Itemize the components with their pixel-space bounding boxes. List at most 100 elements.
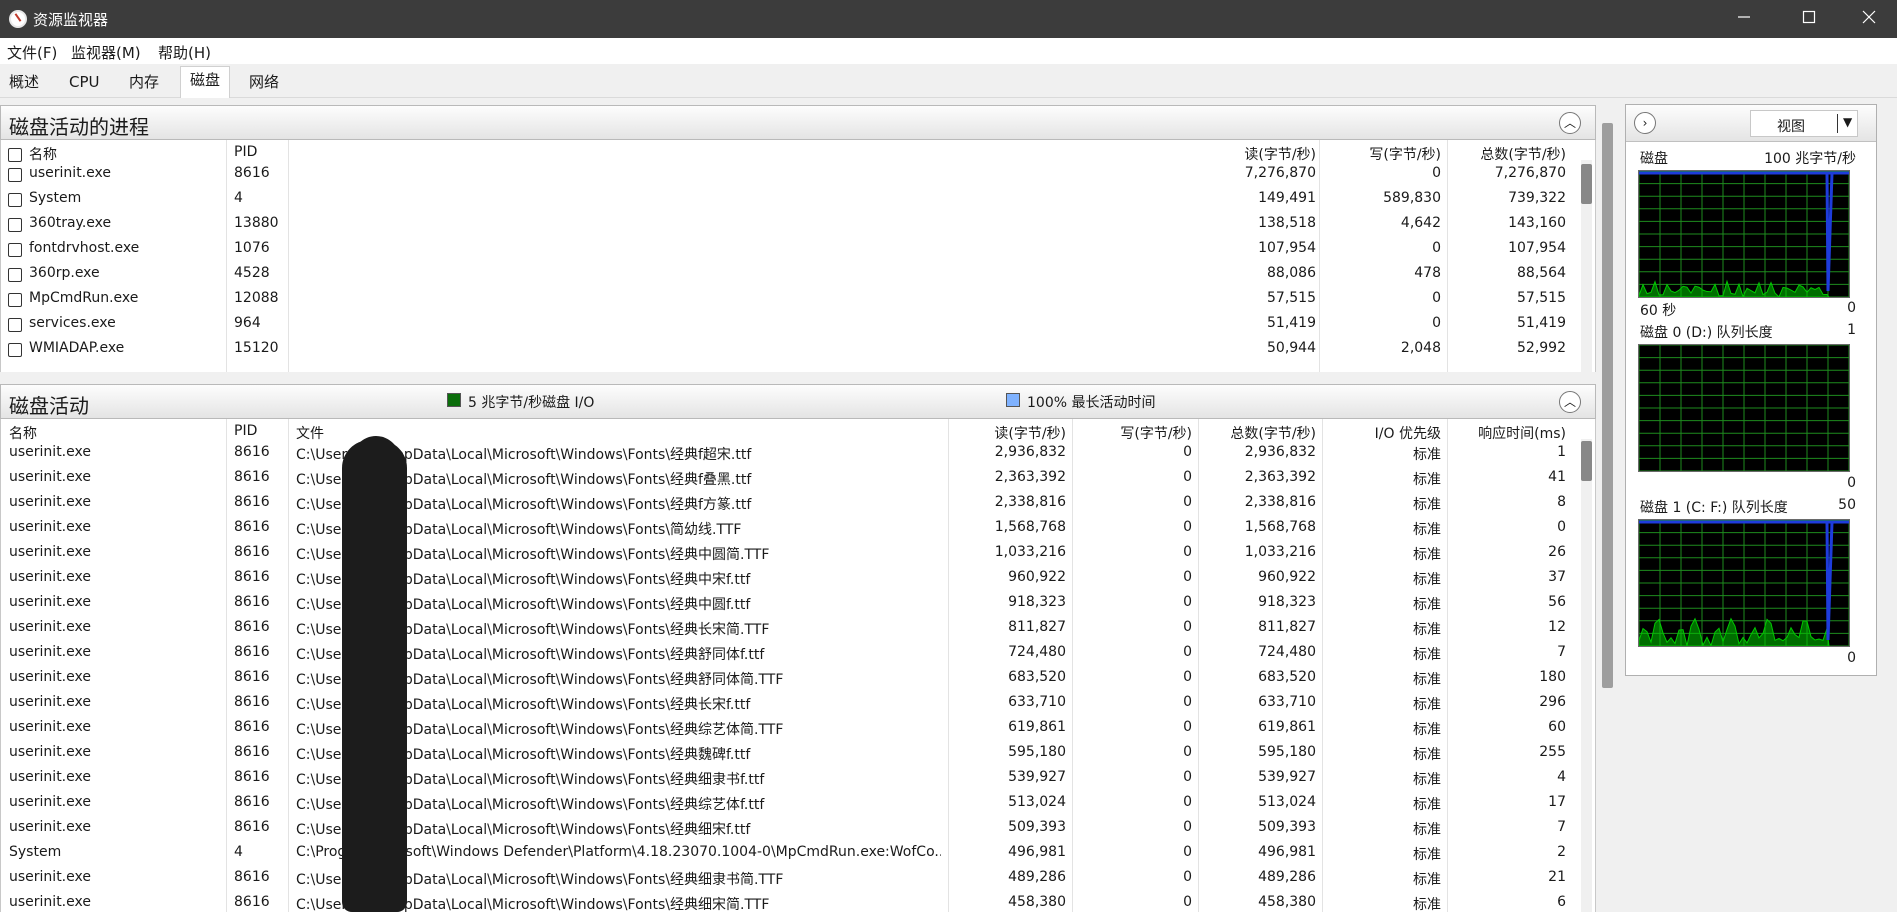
- disk-row-name[interactable]: userinit.exe: [9, 494, 91, 510]
- col-total[interactable]: 总数(字节/秒): [1451, 144, 1566, 164]
- disk-row-name[interactable]: userinit.exe: [9, 769, 91, 785]
- disk-row-name[interactable]: userinit.exe: [9, 869, 91, 885]
- process-checkbox[interactable]: [8, 268, 22, 282]
- tab-disk[interactable]: 磁盘: [180, 66, 231, 98]
- process-name[interactable]: MpCmdRun.exe: [29, 290, 138, 306]
- disk-row-write: 0: [1183, 844, 1192, 860]
- disk-row-read: 2,936,832: [994, 444, 1066, 460]
- process-name[interactable]: 360tray.exe: [29, 215, 111, 231]
- col-read[interactable]: 读(字节/秒): [951, 423, 1066, 443]
- graph-disk-timespan: 60 秒: [1640, 303, 1677, 319]
- graph-panel-scrollbar[interactable]: [1880, 104, 1897, 912]
- disk-row-name[interactable]: userinit.exe: [9, 569, 91, 585]
- process-checkbox[interactable]: [8, 243, 22, 257]
- disk-row-response: 255: [1539, 744, 1566, 760]
- disk-row-response: 0: [1557, 519, 1566, 535]
- disk-scroll-thumb[interactable]: [1581, 441, 1592, 481]
- disk-row-name[interactable]: userinit.exe: [9, 469, 91, 485]
- process-read: 7,276,870: [1244, 165, 1316, 181]
- process-write: 0: [1432, 290, 1441, 306]
- dropdown-arrow-icon[interactable]: ▼: [1843, 115, 1852, 129]
- process-pid: 8616: [234, 165, 270, 181]
- col-write[interactable]: 写(字节/秒): [1323, 144, 1441, 164]
- maximize-button[interactable]: [1780, 0, 1838, 38]
- collapse-up-icon[interactable]: ︿: [1559, 112, 1581, 134]
- disk-row-write: 0: [1183, 869, 1192, 885]
- disk-row-name[interactable]: System: [9, 844, 61, 860]
- chevron-right-icon[interactable]: ›: [1634, 112, 1656, 134]
- processes-scroll-thumb[interactable]: [1581, 164, 1592, 204]
- view-button[interactable]: 视图 ▼: [1750, 110, 1858, 137]
- tab-cpu[interactable]: CPU: [60, 69, 109, 98]
- disk-row-response: 26: [1548, 544, 1566, 560]
- process-checkbox[interactable]: [8, 343, 22, 357]
- process-write: 0: [1432, 240, 1441, 256]
- disk-row-name[interactable]: userinit.exe: [9, 519, 91, 535]
- col-name[interactable]: 名称: [9, 423, 37, 443]
- process-name[interactable]: userinit.exe: [29, 165, 111, 181]
- disk-row-response: 7: [1557, 644, 1566, 660]
- minimize-button[interactable]: [1715, 0, 1773, 38]
- disk-row-name[interactable]: userinit.exe: [9, 819, 91, 835]
- disk-row-name[interactable]: userinit.exe: [9, 594, 91, 610]
- close-button[interactable]: [1840, 0, 1897, 38]
- col-total[interactable]: 总数(字节/秒): [1201, 423, 1316, 443]
- main-scroll-thumb[interactable]: [1602, 123, 1613, 688]
- col-name[interactable]: 名称: [29, 144, 57, 164]
- collapse-up-icon[interactable]: ︿: [1559, 391, 1581, 413]
- disk-row-response: 296: [1539, 694, 1566, 710]
- col-io-priority[interactable]: I/O 优先级: [1326, 423, 1441, 443]
- menu-bar: 文件(F) 监视器(M) 帮助(H): [0, 38, 1897, 64]
- disk-row-name[interactable]: userinit.exe: [9, 719, 91, 735]
- col-pid[interactable]: PID: [234, 144, 257, 160]
- graph-queue-d-min: 0: [1847, 475, 1856, 491]
- processes-panel-header[interactable]: 磁盘活动的进程 ︿: [0, 105, 1596, 140]
- disk-row-name[interactable]: userinit.exe: [9, 619, 91, 635]
- process-checkbox[interactable]: [8, 293, 22, 307]
- process-name[interactable]: fontdrvhost.exe: [29, 240, 139, 256]
- process-pid: 13880: [234, 215, 279, 231]
- col-write[interactable]: 写(字节/秒): [1075, 423, 1192, 443]
- disk-row-priority: 标准: [1413, 622, 1441, 638]
- process-checkbox[interactable]: [8, 168, 22, 182]
- redaction-mark: [342, 440, 407, 912]
- col-read[interactable]: 读(字节/秒): [1121, 144, 1316, 164]
- menu-help[interactable]: 帮助(H): [158, 42, 211, 63]
- tab-network[interactable]: 网络: [240, 69, 288, 98]
- disk-row-name[interactable]: userinit.exe: [9, 444, 91, 460]
- disk-row-name[interactable]: userinit.exe: [9, 794, 91, 810]
- disk-row-name[interactable]: userinit.exe: [9, 544, 91, 560]
- disk-row-name[interactable]: userinit.exe: [9, 644, 91, 660]
- disk-row-name[interactable]: userinit.exe: [9, 669, 91, 685]
- disk-activity-header[interactable]: 磁盘活动 5 兆字节/秒磁盘 I/O 100% 最长活动时间 ︿: [0, 384, 1596, 419]
- process-name[interactable]: WMIADAP.exe: [29, 340, 124, 356]
- disk-row-name[interactable]: userinit.exe: [9, 744, 91, 760]
- process-read: 51,419: [1267, 315, 1316, 331]
- col-response-time[interactable]: 响应时间(ms): [1451, 423, 1566, 443]
- process-name[interactable]: services.exe: [29, 315, 116, 331]
- process-checkbox[interactable]: [8, 318, 22, 332]
- col-file[interactable]: 文件: [296, 423, 324, 443]
- disk-row-name[interactable]: userinit.exe: [9, 894, 91, 910]
- process-checkbox[interactable]: [8, 218, 22, 232]
- select-all-checkbox[interactable]: [8, 148, 22, 162]
- process-name[interactable]: System: [29, 190, 81, 206]
- process-checkbox[interactable]: [8, 193, 22, 207]
- process-name[interactable]: 360rp.exe: [29, 265, 100, 281]
- tab-overview[interactable]: 概述: [0, 69, 48, 98]
- col-pid[interactable]: PID: [234, 423, 257, 439]
- menu-file[interactable]: 文件(F): [7, 42, 57, 63]
- disk-row-read: 633,710: [1008, 694, 1066, 710]
- disk-row-name[interactable]: userinit.exe: [9, 694, 91, 710]
- disk-row-write: 0: [1183, 469, 1192, 485]
- disk-row-pid: 8616: [234, 519, 270, 535]
- menu-monitor[interactable]: 监视器(M): [71, 42, 141, 63]
- disk-row-total: 811,827: [1258, 619, 1316, 635]
- process-write: 0: [1432, 315, 1441, 331]
- process-read: 138,518: [1258, 215, 1316, 231]
- disk-row-pid: 8616: [234, 719, 270, 735]
- process-write: 589,830: [1383, 190, 1441, 206]
- disk-row-priority: 标准: [1413, 722, 1441, 738]
- graph-panel-header: › 视图 ▼: [1626, 105, 1876, 142]
- tab-memory[interactable]: 内存: [120, 69, 168, 98]
